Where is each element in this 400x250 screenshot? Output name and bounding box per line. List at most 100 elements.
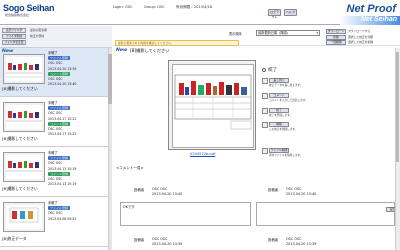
logout-button[interactable]: ログアウト	[268, 9, 281, 19]
thumbnail-image	[4, 153, 44, 181]
download-caption: ダウンロードする	[348, 29, 371, 33]
item-date: 2013.04.20 13:40	[48, 82, 77, 87]
item-title: [B]撮影してください	[2, 136, 38, 141]
poster-name: OSC OSC	[286, 187, 302, 191]
register-caption: 校正の登録	[30, 34, 44, 38]
item-meta: 未確了 ファイル登録 OSC OSC 2013.04.20 13:39 コメント…	[48, 51, 76, 87]
list-item[interactable]: 未確了 ファイル登録 OSC OSC 2013.04.17 15:22 コメント…	[0, 98, 108, 147]
comment-button[interactable]: コメント	[269, 93, 289, 98]
post-date: 2013.04.20 13:40	[152, 192, 183, 196]
new-badge: New	[116, 48, 128, 53]
comment-registered-badge: コメント登録	[48, 121, 71, 126]
poster-label: 投稿者	[134, 238, 145, 242]
file-registered-badge: ファイル登録	[48, 106, 71, 111]
main-scroll-thumb[interactable]	[396, 52, 399, 162]
thumbnail[interactable]	[3, 152, 45, 182]
sort-label: 表示順序	[229, 32, 242, 36]
thumbnail[interactable]	[3, 202, 45, 232]
comment-body: OKです	[120, 202, 251, 226]
app-header: Sogo Seihan 総合製版株式会社 Login: OSC Group: O…	[0, 0, 400, 25]
group-label: Group: OSC	[143, 5, 165, 9]
post-date: 2013.04.20 13:39	[152, 242, 183, 246]
left-toolbar: 表示フォルダ フォルダ削除 フォルダ名変更 最新の更新順 校正の登録	[0, 26, 112, 48]
thumbnail-image	[4, 103, 44, 131]
item-meta: 未確了 ファイル登録 OSC OSC 2013.04.17 15:22 コメント…	[48, 101, 76, 137]
login-label: Login: OSC	[113, 5, 133, 9]
list-item[interactable]: 未確了 ファイル登録 OSC OSC 2013.04.13 15:19 コメント…	[0, 148, 108, 197]
sort-caption: 最新の更新順	[30, 28, 47, 32]
comment-registered-badge: コメント登録	[48, 71, 71, 76]
proof-title: [B]撮影してください	[130, 48, 170, 53]
item-meta: 未確了 ファイル登録 OSC OSC 2013.04.08 09:52	[48, 201, 76, 222]
approve-icon	[262, 108, 268, 114]
bulk-delete-caption: 選択した校正を削除	[348, 40, 374, 44]
thumbnail[interactable]	[3, 102, 45, 132]
file-delete-note: 添付ファイルを削除します。	[269, 154, 303, 157]
folder-rename-button[interactable]: フォルダ名変更	[2, 40, 26, 45]
post-date: 2013.04.20 13:40	[286, 192, 317, 196]
file-delete-button[interactable]: ファイル削除	[269, 148, 289, 153]
comment-note: コメントを入力して送信します。	[269, 99, 308, 102]
item-date: 2013.04.17 15:22	[48, 132, 77, 137]
thumbnail[interactable]	[3, 54, 45, 84]
item-date: 2013.04.08 09:52	[48, 216, 77, 221]
trash-icon	[262, 122, 268, 128]
update-notice: 最新に更新された内容を確認してください。	[115, 40, 239, 46]
comment-registered-badge: コメント登録	[48, 171, 71, 176]
item-meta: 未確了 ファイル登録 OSC OSC 2013.04.13 15:19 コメント…	[48, 151, 76, 187]
item-title: [B]撮影してください	[2, 86, 38, 91]
poster-label: 投稿者	[268, 188, 279, 192]
download-button[interactable]: ダウンロード	[326, 29, 346, 34]
expiry-label: 有効期限 : 2013/4/18	[175, 5, 213, 9]
print-caption: 選択した校正を印刷	[348, 35, 374, 39]
bulk-delete-button[interactable]: 一括削除	[326, 40, 346, 45]
brand-subtitle: Net Seihan	[360, 16, 397, 23]
item-date: 2013.04.13 15:19	[48, 182, 77, 187]
comment-text: OKです	[123, 205, 135, 209]
sort-select-value: 最新更新日順（降順）	[258, 31, 290, 35]
proof-drawing	[174, 74, 252, 130]
approve-button[interactable]: 校了	[269, 108, 289, 113]
proof-list: New 未確了 ファイル登録 OSC OSC 2013.04.20 13:39 …	[0, 48, 112, 250]
login-info: Login: OSC Group: OSC 有効期限 : 2013/4/18	[113, 5, 222, 10]
file-delete-action: ファイル削除 添付ファイルを削除します。	[262, 148, 302, 168]
brand-title: Net Proof	[346, 3, 397, 15]
comment-list-heading: <コメント一覧>	[116, 166, 144, 170]
poster-name: OSC OSC	[152, 187, 168, 191]
post-date: 2013.04.20 13:39	[286, 242, 317, 246]
file-registered-badge: ファイル登録	[48, 56, 71, 61]
proof-preview[interactable]	[168, 60, 256, 150]
pdf-download-link[interactable]: 0204572b.pdf	[190, 152, 215, 156]
poster-label: 投稿者	[134, 188, 145, 192]
approval-radio[interactable]	[262, 68, 266, 72]
approve-note: 校了を登録します。	[269, 114, 293, 117]
delete-action: 削除 この校正を削除します。	[262, 122, 297, 142]
file-registered-badge: ファイル登録	[48, 156, 71, 161]
poster-name: OSC OSC	[152, 237, 168, 241]
file-registered-badge: ファイル登録	[48, 206, 71, 211]
list-item[interactable]: 未確了 ファイル登録 OSC OSC 2013.04.08 09:52 [B]修…	[0, 198, 108, 247]
replace-button[interactable]: 差し替え	[269, 78, 289, 83]
sidebar-scroll-thumb[interactable]	[108, 54, 112, 104]
comment-attachment-box	[256, 202, 395, 226]
thumbnail-image	[4, 55, 44, 83]
poster-name: OSC OSC	[286, 237, 302, 241]
sort-select[interactable]: 最新更新日順（降順） ▾	[256, 30, 320, 36]
item-title: [B]修正データ	[2, 236, 27, 241]
help-button[interactable]: ヘルプ	[284, 9, 297, 16]
logo[interactable]: Sogo Seihan	[3, 3, 55, 13]
thumbnail-image	[4, 203, 44, 231]
folder-delete-button[interactable]: フォルダ削除	[2, 34, 26, 39]
delete-note: この校正を削除します。	[269, 128, 298, 131]
delete-button[interactable]: 削除	[269, 122, 289, 127]
comment-icon	[262, 93, 268, 99]
poster-label: 投稿者	[268, 238, 279, 242]
folder-view-button[interactable]: 表示フォルダ	[2, 28, 26, 33]
replace-icon	[262, 78, 268, 84]
logo-subtitle: 総合製版株式会社	[5, 13, 30, 17]
file-icon	[262, 148, 268, 154]
list-item[interactable]: New 未確了 ファイル登録 OSC OSC 2013.04.20 13:39 …	[0, 48, 108, 97]
item-title: [B]撮影してください	[2, 186, 38, 191]
preview-page	[172, 64, 254, 148]
chevron-down-icon: ▾	[316, 31, 318, 35]
